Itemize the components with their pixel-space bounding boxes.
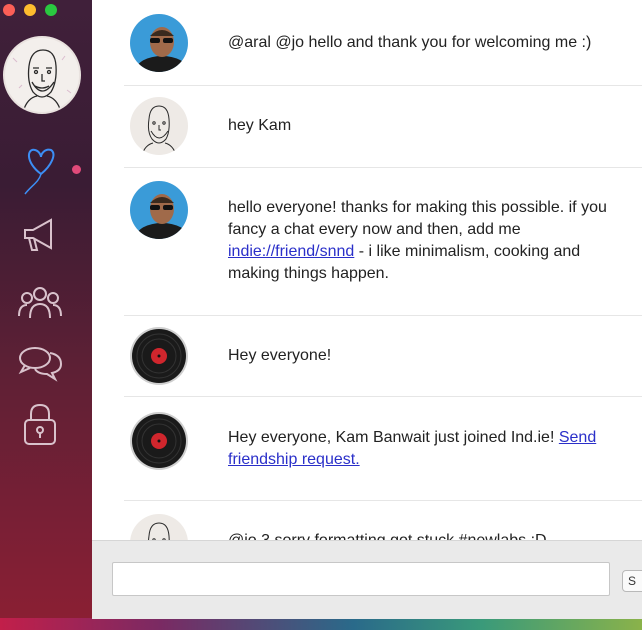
composer-bar: S <box>92 540 642 619</box>
record-avatar[interactable] <box>130 412 188 470</box>
chat-bubbles-icon[interactable] <box>17 340 63 386</box>
main-panel: @aral @jo hello and thank you for welcom… <box>92 0 642 619</box>
message-text: @jo 3 sorry formatting got stuck #newlab… <box>228 530 628 540</box>
sketch-portrait-icon <box>5 38 79 112</box>
sketch-avatar[interactable] <box>130 514 188 540</box>
message-feed[interactable]: @aral @jo hello and thank you for welcom… <box>92 0 642 540</box>
heart-balloon-icon[interactable] <box>17 142 63 195</box>
record-avatar[interactable] <box>130 327 188 385</box>
megaphone-icon[interactable] <box>17 212 63 258</box>
message-text-start: Hey everyone, Kam Banwait just joined In… <box>228 429 559 446</box>
send-button[interactable]: S <box>622 570 642 592</box>
message-item: Hey everyone, Kam Banwait just joined In… <box>124 396 642 501</box>
sidebar <box>0 0 92 618</box>
message-item: Hey everyone! <box>124 315 642 397</box>
message-text-start: hello everyone! thanks for making this p… <box>228 199 607 238</box>
message-item: hello everyone! thanks for making this p… <box>124 167 642 316</box>
user-avatar[interactable] <box>3 36 81 114</box>
window-controls <box>3 4 57 16</box>
message-item: @jo 3 sorry formatting got stuck #newlab… <box>124 500 642 540</box>
friend-link[interactable]: indie://friend/snnd <box>228 243 354 260</box>
lock-icon[interactable] <box>17 402 63 448</box>
photo-avatar[interactable] <box>130 14 188 72</box>
photo-avatar[interactable] <box>130 181 188 239</box>
message-text: @aral @jo hello and thank you for welcom… <box>228 34 592 51</box>
message-item: @aral @jo hello and thank you for welcom… <box>124 0 642 86</box>
close-window-button[interactable] <box>3 4 15 16</box>
message-text: hey Kam <box>228 117 292 134</box>
message-input[interactable] <box>112 562 610 596</box>
message-item: hey Kam <box>124 85 642 168</box>
sketch-avatar[interactable] <box>130 97 188 155</box>
notification-dot <box>72 165 81 174</box>
message-text: Hey everyone, Kam Banwait just joined In… <box>228 427 628 471</box>
message-text: hello everyone! thanks for making this p… <box>228 197 628 285</box>
zoom-window-button[interactable] <box>45 4 57 16</box>
minimize-window-button[interactable] <box>24 4 36 16</box>
people-icon[interactable] <box>17 280 63 326</box>
message-text: Hey everyone! <box>228 347 332 364</box>
